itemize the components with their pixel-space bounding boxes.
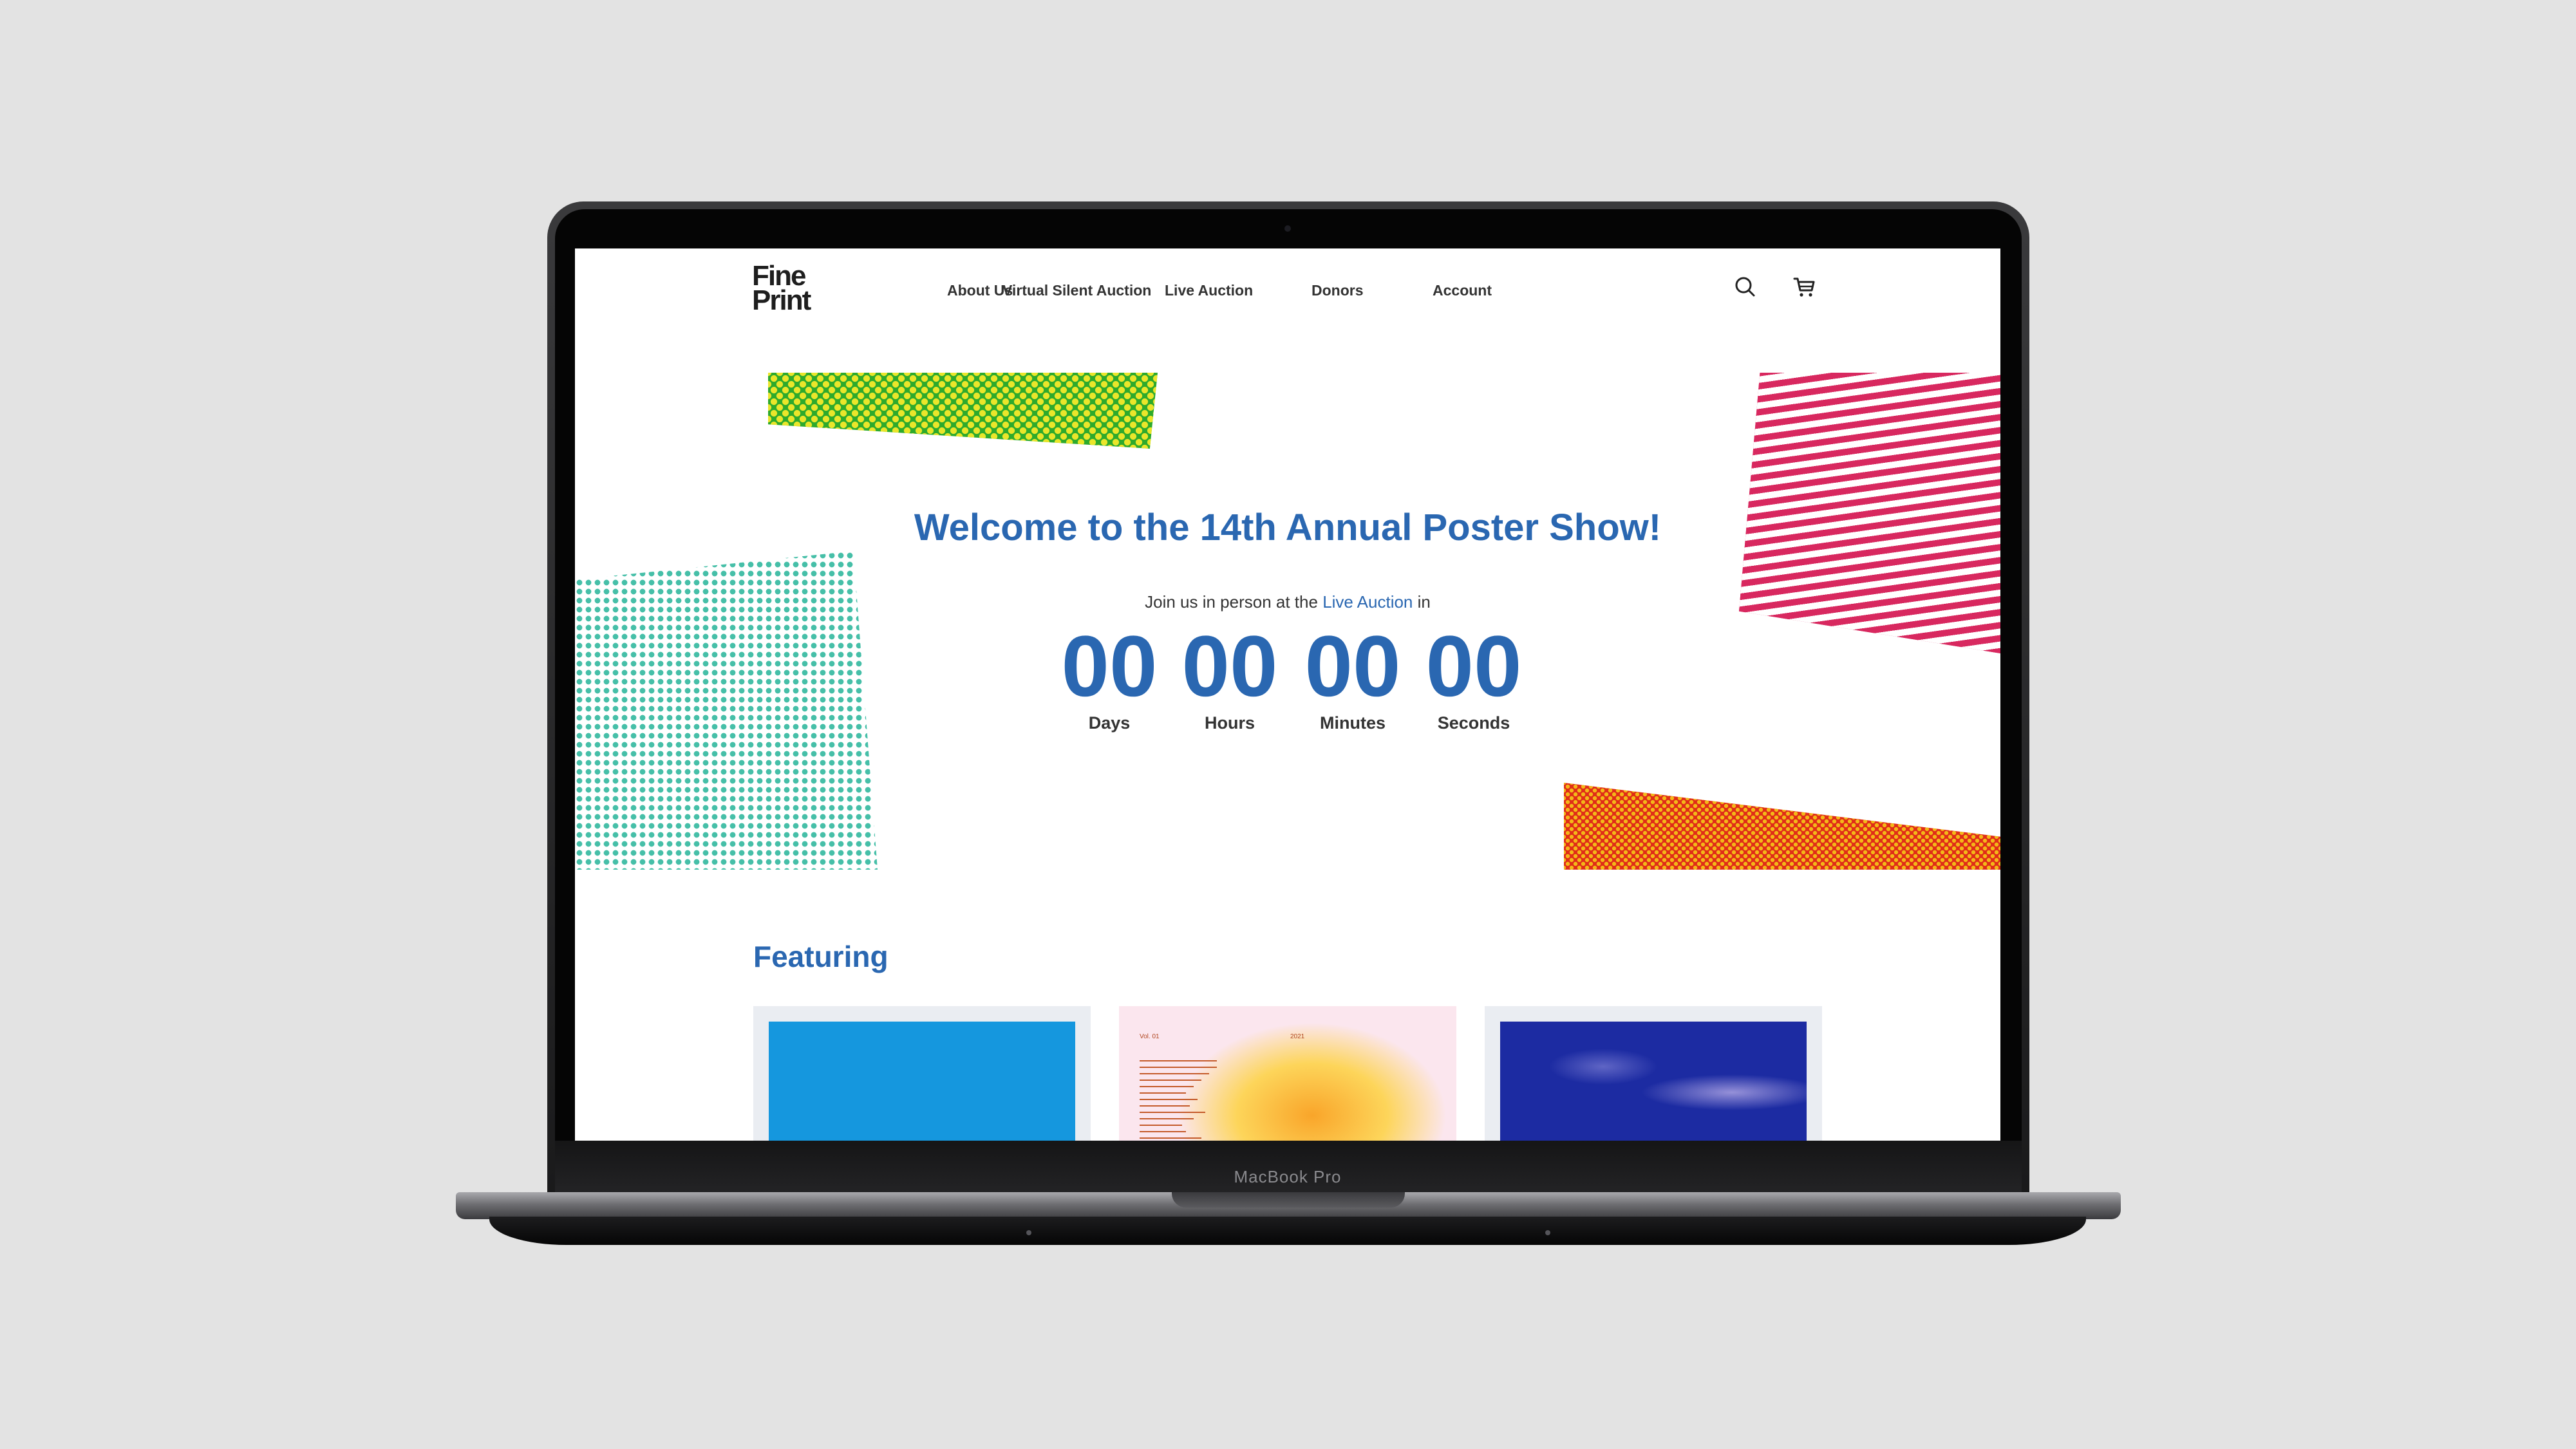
countdown-days-label: Days bbox=[1088, 713, 1131, 733]
poster-text-lines bbox=[1140, 1060, 1217, 1141]
cart-icon bbox=[1793, 277, 1815, 297]
featuring-heading: Featuring bbox=[753, 940, 888, 973]
countdown-days: 00 Days bbox=[1055, 622, 1164, 733]
nav-live-auction[interactable]: Live Auction bbox=[1165, 282, 1253, 299]
search-icon bbox=[1735, 277, 1755, 297]
featured-card-1[interactable] bbox=[753, 1006, 1091, 1141]
lid-notch bbox=[1172, 1192, 1405, 1208]
countdown-hours-label: Hours bbox=[1204, 713, 1255, 733]
logo-line-2: Print bbox=[752, 285, 811, 316]
featured-card-3[interactable] bbox=[1485, 1006, 1822, 1141]
countdown-days-value: 00 bbox=[1061, 619, 1158, 715]
hero-subtitle-prefix: Join us in person at the bbox=[1145, 592, 1318, 612]
device-label: MacBook Pro bbox=[1234, 1167, 1342, 1186]
poster-image bbox=[769, 1022, 1075, 1141]
laptop-mockup: Fine Print About Us Virtual Silent Aucti… bbox=[0, 0, 2576, 1449]
browser-viewport: Fine Print About Us Virtual Silent Aucti… bbox=[575, 248, 2000, 1141]
search-button[interactable] bbox=[1731, 273, 1760, 301]
countdown-minutes: 00 Minutes bbox=[1298, 622, 1407, 733]
poster-image bbox=[1500, 1022, 1807, 1141]
countdown-minutes-label: Minutes bbox=[1319, 713, 1386, 733]
hero-subtitle: Join us in person at the Live Auction in bbox=[575, 592, 2000, 612]
countdown-hours-value: 00 bbox=[1181, 619, 1278, 715]
hero-title: Welcome to the 14th Annual Poster Show! bbox=[914, 507, 1662, 548]
countdown-timer: 00 Days 00 Hours 00 Minutes 00 Seconds bbox=[1055, 622, 1531, 738]
hero-subtitle-suffix: in bbox=[1417, 592, 1431, 612]
live-auction-link[interactable]: Live Auction bbox=[1322, 592, 1413, 612]
nav-account[interactable]: Account bbox=[1433, 282, 1492, 299]
countdown-seconds-label: Seconds bbox=[1437, 713, 1510, 733]
decor-yellow-pattern bbox=[768, 373, 1158, 449]
logo[interactable]: Fine Print bbox=[752, 262, 811, 316]
laptop-foot-left bbox=[1026, 1230, 1031, 1235]
countdown-seconds: 00 Seconds bbox=[1419, 622, 1528, 733]
nav-donors[interactable]: Donors bbox=[1312, 282, 1364, 299]
countdown-hours: 00 Hours bbox=[1175, 622, 1284, 733]
decor-orange-pattern bbox=[1564, 783, 2000, 870]
laptop-foot-right bbox=[1545, 1230, 1550, 1235]
poster-vol: Vol. 01 bbox=[1140, 1033, 1160, 1040]
nav-virtual-silent-auction[interactable]: Virtual Silent Auction bbox=[1002, 282, 1151, 299]
featured-card-2[interactable]: Vol. 01 2021 bbox=[1119, 1006, 1456, 1141]
countdown-minutes-value: 00 bbox=[1304, 619, 1401, 715]
cart-button[interactable] bbox=[1791, 273, 1819, 301]
countdown-seconds-value: 00 bbox=[1425, 619, 1522, 715]
camera-icon bbox=[1284, 225, 1291, 232]
poster-year: 2021 bbox=[1290, 1033, 1305, 1040]
site-header: Fine Print About Us Virtual Silent Aucti… bbox=[575, 248, 2000, 326]
laptop-base-bottom bbox=[489, 1217, 2086, 1245]
